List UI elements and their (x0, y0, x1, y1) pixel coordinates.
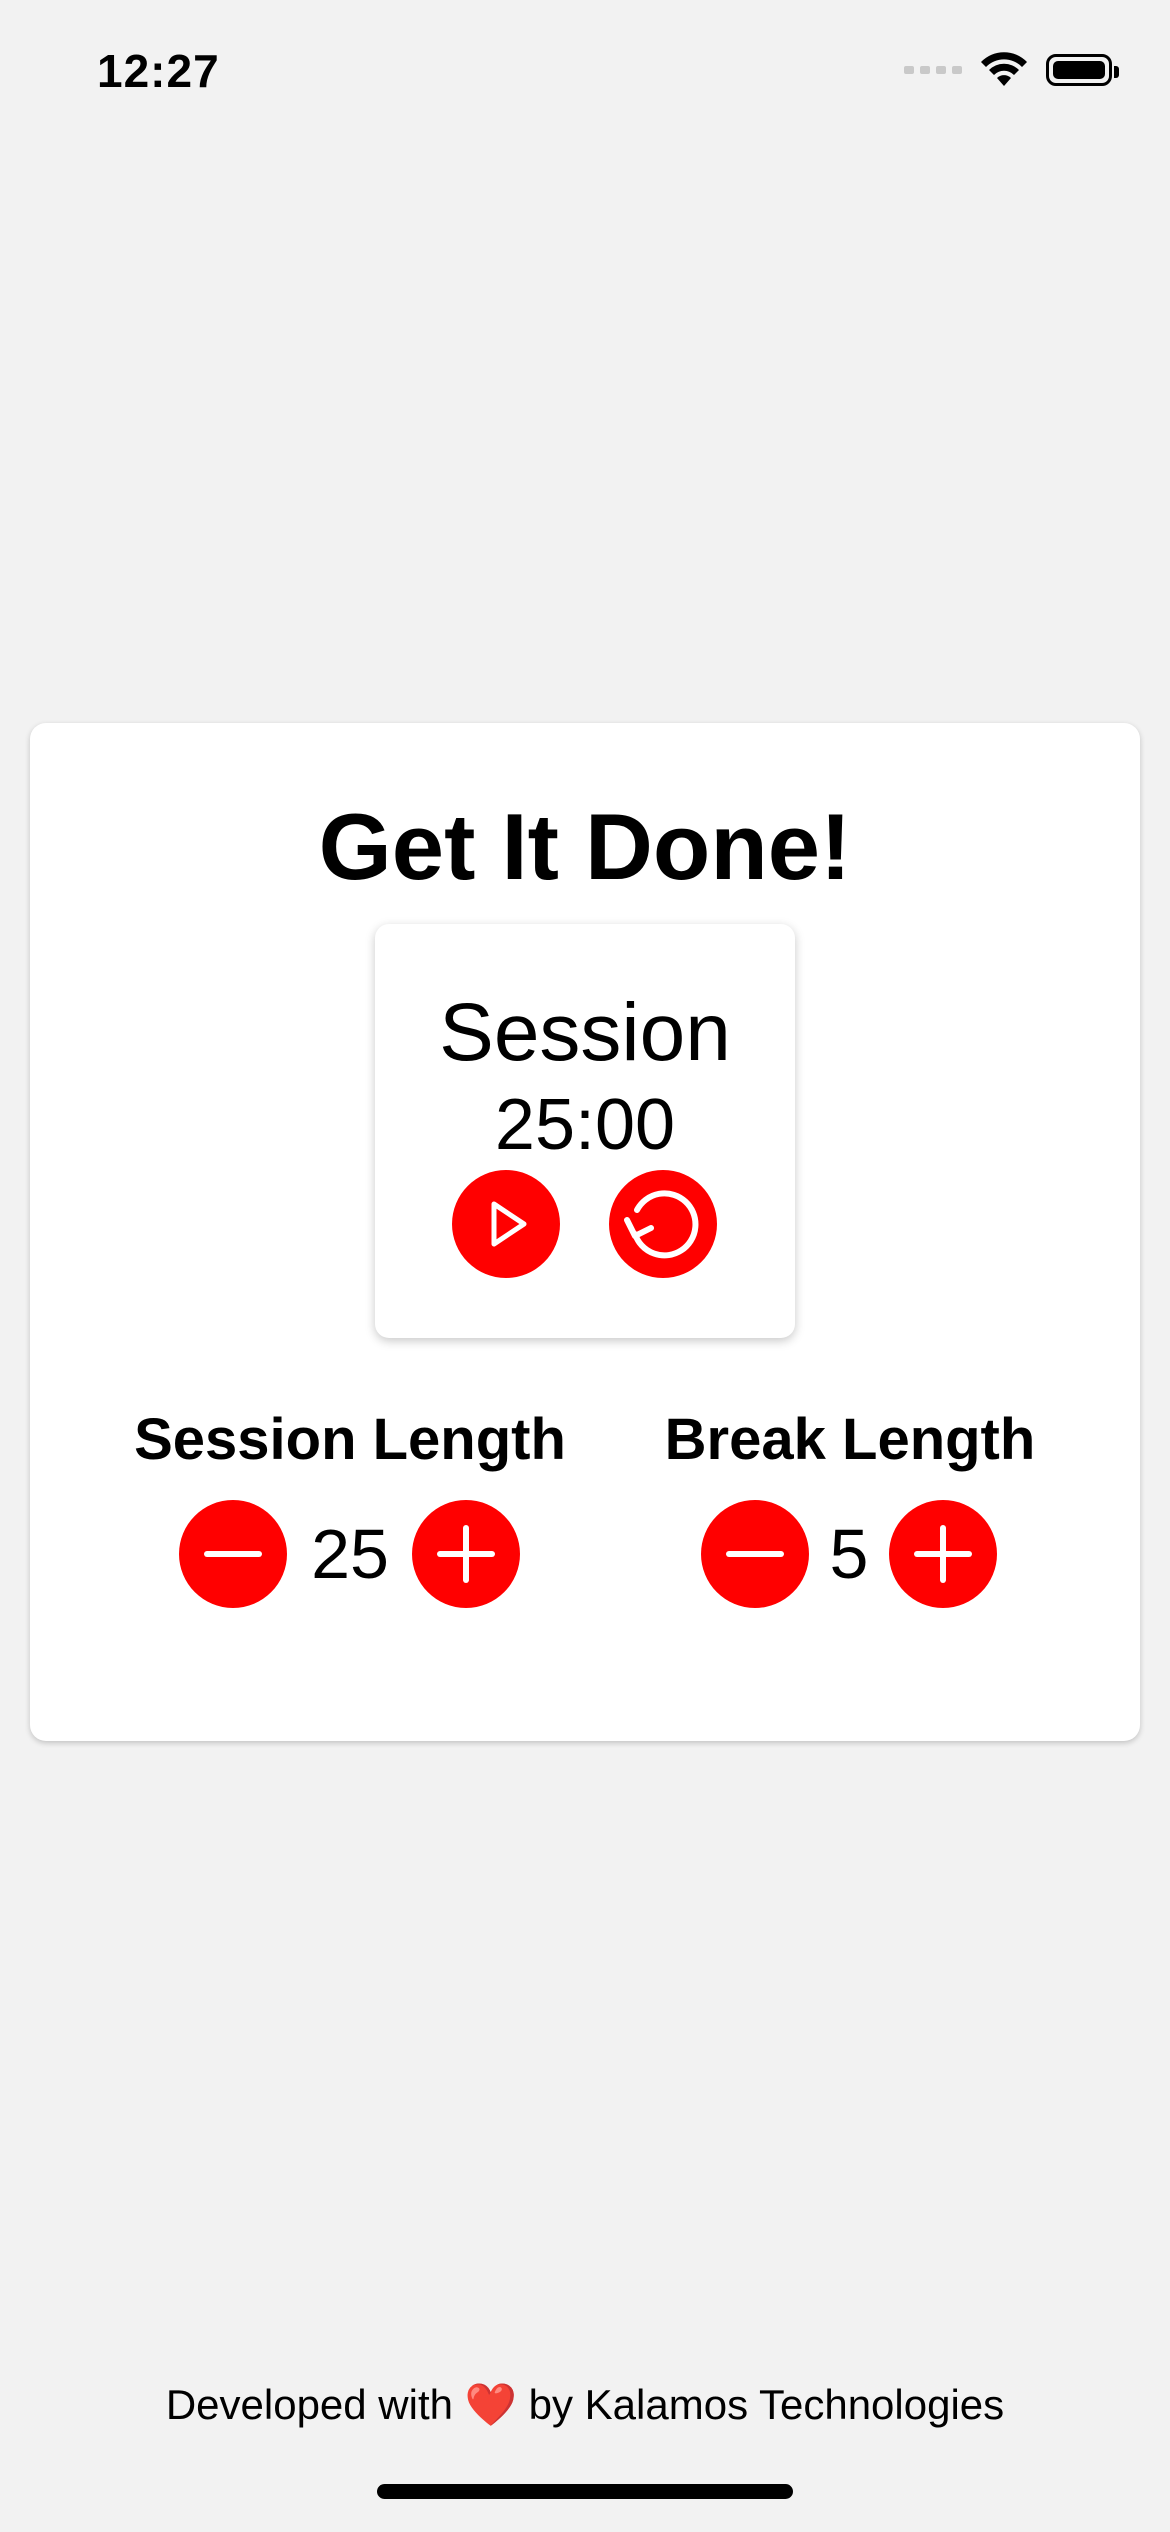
footer-prefix: Developed with (165, 2381, 453, 2428)
minus-icon (726, 1551, 784, 1557)
battery-icon (1046, 54, 1119, 86)
reset-icon (624, 1190, 699, 1259)
plus-icon (437, 1525, 495, 1583)
timer-time: 25:00 (494, 1085, 676, 1165)
heart-icon: ❤️ (464, 2381, 517, 2428)
reset-button[interactable] (609, 1170, 717, 1278)
session-decrement-button[interactable] (179, 1500, 287, 1608)
status-icons (904, 52, 1119, 88)
play-button[interactable] (452, 1170, 560, 1278)
home-indicator[interactable] (377, 2484, 793, 2499)
footer-suffix: by Kalamos Technologies (528, 2381, 1005, 2428)
cellular-signal-icon (904, 66, 962, 74)
plus-icon (914, 1525, 972, 1583)
session-increment-button[interactable] (412, 1500, 520, 1608)
play-icon (491, 1201, 527, 1247)
break-length-value: 5 (829, 1515, 869, 1593)
timer-label: Session (439, 987, 731, 1078)
break-length-label: Break Length (664, 1407, 1036, 1472)
status-time: 12:27 (97, 45, 220, 97)
session-length-value: 25 (311, 1515, 389, 1593)
status-bar: 12:27 (0, 0, 1170, 150)
session-length-label: Session Length (134, 1407, 566, 1472)
wifi-icon (981, 52, 1027, 86)
footer-credit: Developed with ❤️ by Kalamos Technologie… (0, 2375, 1170, 2435)
break-increment-button[interactable] (889, 1500, 997, 1608)
page-title: Get It Done! (318, 794, 852, 899)
minus-icon (204, 1551, 262, 1557)
break-decrement-button[interactable] (701, 1500, 809, 1608)
